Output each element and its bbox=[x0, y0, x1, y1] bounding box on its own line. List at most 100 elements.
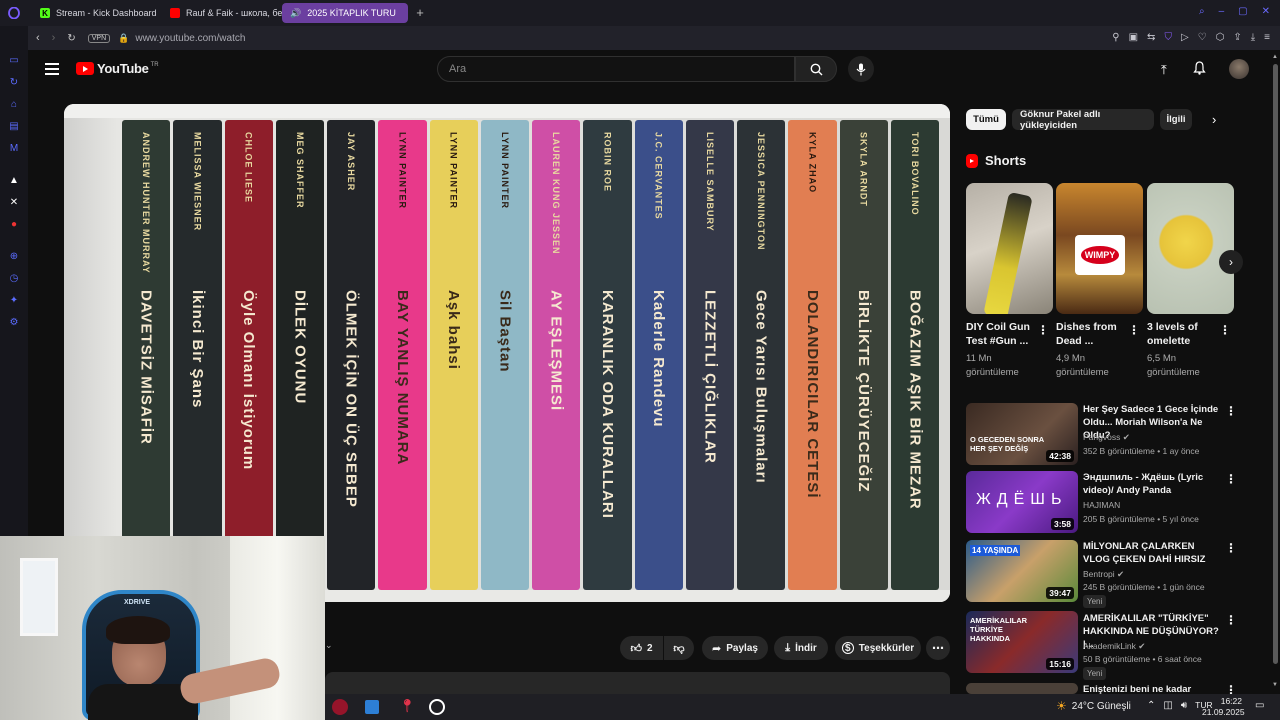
voice-search-button[interactable] bbox=[848, 56, 874, 82]
back-icon[interactable]: ‹ bbox=[36, 32, 40, 44]
download-icon[interactable]: ⤓ bbox=[1251, 32, 1255, 43]
short-menu-icon[interactable]: ⋮ bbox=[1219, 324, 1231, 336]
more-actions-button[interactable]: ⋯ bbox=[926, 636, 950, 660]
video-title[interactable]: MİLYONLAR ÇALARKEN VLOG ÇEKEN DAHİ HIRSI… bbox=[1083, 540, 1223, 566]
book-spine: KYLA ZHAO DOLANDIRICILAR CETESİ bbox=[788, 120, 837, 590]
short-thumbnail[interactable] bbox=[966, 183, 1053, 314]
short-title[interactable]: Dishes from Dead ... bbox=[1056, 320, 1136, 348]
close-icon[interactable]: ✕ bbox=[1262, 6, 1270, 17]
share-page-icon[interactable]: ⇪ bbox=[1233, 32, 1241, 43]
download-button[interactable]: ⤓ İndir bbox=[774, 636, 828, 660]
chip-from-uploader[interactable]: Göknur Pakel adlı yükleyiciden bbox=[1012, 109, 1154, 131]
chip-related[interactable]: İlgili bbox=[1160, 109, 1192, 130]
mail-icon[interactable]: M bbox=[8, 142, 20, 154]
tab-rauf-faik[interactable]: Rauf & Faik - школа, бер bbox=[162, 3, 282, 23]
clock[interactable]: 16:22 21.09.2025 bbox=[1202, 696, 1245, 718]
thanks-button[interactable]: $ Teşekkürler bbox=[835, 636, 921, 660]
menu-icon[interactable]: ≡ bbox=[1264, 32, 1270, 43]
book-title: BOĞAZIM AŞIK BİR MEZAR bbox=[906, 290, 924, 510]
dislike-button[interactable]: 👎︎ bbox=[664, 636, 694, 660]
video-menu-icon[interactable]: ⋮ bbox=[1225, 614, 1237, 626]
window bbox=[20, 558, 58, 636]
video-thumbnail[interactable]: ЖДЁШЬ 3:58 bbox=[966, 471, 1078, 533]
description-box[interactable] bbox=[325, 672, 950, 694]
short-title[interactable]: DIY Coil Gun Test #Gun ... bbox=[966, 320, 1046, 348]
channel-name[interactable]: Bentropi ✔ bbox=[1083, 569, 1124, 580]
opera-logo-icon[interactable] bbox=[0, 0, 28, 26]
tray-chevron-icon[interactable]: ⌃ bbox=[1147, 700, 1155, 711]
video-menu-icon[interactable]: ⋮ bbox=[1225, 473, 1237, 485]
new-tab-button[interactable]: + bbox=[412, 5, 428, 21]
history-icon[interactable]: ↻ bbox=[8, 76, 20, 88]
short-thumbnail[interactable] bbox=[1147, 183, 1234, 314]
chip-all[interactable]: Tümü bbox=[966, 109, 1006, 130]
channel-name[interactable]: AkademikLink ✔ bbox=[1083, 641, 1145, 652]
avatar[interactable] bbox=[1229, 59, 1249, 79]
forward-icon[interactable]: › bbox=[52, 32, 56, 44]
video-thumbnail[interactable]: O GECEDEN SONRA HER ŞEY DEĞİŞ 42:38 bbox=[966, 403, 1078, 465]
video-title[interactable]: Эндшпиль - Ждёшь (Lyric video)/ Andy Pan… bbox=[1083, 471, 1223, 497]
clock-icon[interactable]: ◷ bbox=[8, 272, 20, 284]
video-menu-icon[interactable]: ⋮ bbox=[1225, 405, 1237, 417]
channel-name[interactable]: HAJIMAN bbox=[1083, 500, 1120, 510]
page-scrollbar[interactable]: ▲ ▼ bbox=[1271, 50, 1280, 694]
minimize-icon[interactable]: – bbox=[1219, 6, 1225, 17]
channel-name[interactable]: Pangvoss ✔ bbox=[1083, 432, 1130, 443]
extension-icon[interactable]: ✦ bbox=[8, 294, 20, 306]
video-thumbnail[interactable]: 14 YAŞINDA 39:47 bbox=[966, 540, 1078, 602]
messenger-icon[interactable]: ▭ bbox=[8, 54, 20, 66]
heart-icon[interactable]: ♡ bbox=[1198, 32, 1207, 43]
share-button[interactable]: ➦ Paylaş bbox=[702, 636, 768, 660]
x-icon[interactable]: ✕ bbox=[8, 196, 20, 208]
like-button[interactable]: 👍︎ 2 bbox=[620, 636, 663, 660]
shorts-next-button[interactable]: › bbox=[1219, 250, 1243, 274]
video-thumbnail[interactable] bbox=[966, 683, 1078, 694]
tab-kitaplik-turu[interactable]: 🔊 2025 KİTAPLIK TURU bbox=[282, 3, 408, 23]
youtube-logo[interactable]: YouTube TR bbox=[76, 61, 159, 76]
search-tabs-icon[interactable]: ⌕ bbox=[1199, 6, 1205, 17]
bag-icon[interactable]: ⌂ bbox=[8, 98, 20, 110]
video-player[interactable]: ANDREW HUNTER MURRAY DAVETSİZ MİSAFİR MELI… bbox=[64, 104, 950, 602]
play-icon[interactable]: ▷ bbox=[1181, 32, 1189, 43]
extensions-icon[interactable]: ⬡ bbox=[1216, 32, 1225, 43]
settings-icon[interactable]: ⚙ bbox=[8, 316, 20, 328]
obs-icon[interactable] bbox=[429, 699, 445, 715]
wallet-icon[interactable]: ▤ bbox=[8, 120, 20, 132]
scroll-down-icon[interactable]: ▼ bbox=[1272, 682, 1278, 688]
hamburger-menu-icon[interactable] bbox=[45, 63, 59, 75]
notifications-bell-icon[interactable] bbox=[1193, 61, 1206, 80]
maximize-icon[interactable]: ▢ bbox=[1238, 6, 1247, 17]
video-menu-icon[interactable]: ⋮ bbox=[1225, 542, 1237, 554]
url-field[interactable]: www.youtube.com/watch bbox=[135, 33, 245, 44]
add-icon[interactable]: ⊕ bbox=[8, 250, 20, 262]
short-menu-icon[interactable]: ⋮ bbox=[1128, 324, 1140, 336]
kick-sidebar-icon[interactable]: ▲ bbox=[8, 174, 20, 186]
weather-widget[interactable]: ☀ 24°C Güneşli bbox=[1056, 699, 1131, 713]
volume-icon[interactable]: 🔊︎ bbox=[1181, 700, 1187, 711]
map-pin-icon[interactable]: 📍︎ bbox=[399, 698, 416, 714]
upload-icon[interactable]: ⤒ bbox=[1161, 62, 1167, 78]
kick-icon: K bbox=[40, 8, 50, 18]
scrollbar-thumb[interactable] bbox=[1273, 64, 1278, 664]
translate-icon[interactable]: ⇆ bbox=[1147, 32, 1155, 43]
scroll-up-icon[interactable]: ▲ bbox=[1272, 54, 1278, 60]
vpn-badge[interactable]: VPN bbox=[87, 33, 111, 43]
tab-kick-dashboard[interactable]: K Stream - Kick Dashboard bbox=[32, 3, 162, 23]
reload-icon[interactable]: ↻ bbox=[67, 33, 75, 44]
taskbar-app-icon[interactable] bbox=[365, 700, 379, 714]
short-menu-icon[interactable]: ⋮ bbox=[1037, 324, 1049, 336]
search-button[interactable] bbox=[795, 56, 837, 82]
app-icon[interactable]: ● bbox=[8, 218, 20, 230]
network-icon[interactable]: ◫ bbox=[1163, 700, 1172, 711]
pin-icon[interactable]: ⚲ bbox=[1112, 32, 1119, 43]
video-thumbnail[interactable]: AMERİKALILAR TÜRKİYE HAKKINDA 15:16 bbox=[966, 611, 1078, 673]
shield-icon[interactable]: ⛉ bbox=[1164, 32, 1172, 43]
notification-center-icon[interactable]: ▭ bbox=[1255, 700, 1264, 711]
short-title[interactable]: 3 levels of omelette bbox=[1147, 320, 1227, 348]
description-expand-icon[interactable]: ⌄ bbox=[325, 640, 337, 656]
snapshot-icon[interactable]: ▣ bbox=[1129, 32, 1138, 43]
chips-next-icon[interactable]: › bbox=[1212, 112, 1216, 127]
short-thumbnail[interactable]: WIMPY bbox=[1056, 183, 1143, 314]
taskbar-app-icon[interactable] bbox=[332, 699, 348, 715]
search-input[interactable]: Ara bbox=[437, 56, 795, 82]
